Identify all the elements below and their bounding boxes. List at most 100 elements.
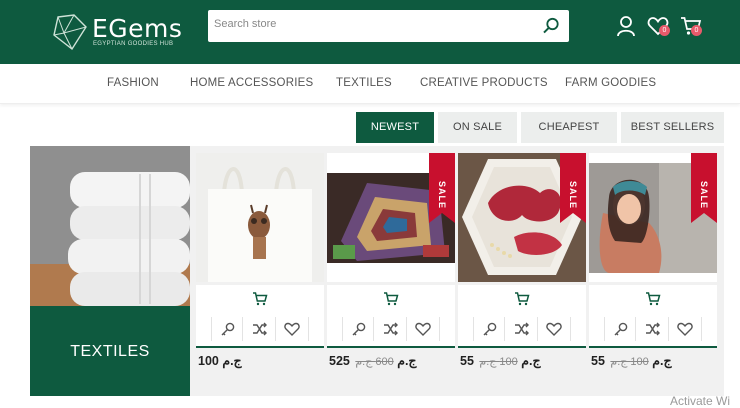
towels-image <box>30 146 190 306</box>
product-card[interactable]: 100 ج.م <box>196 150 324 396</box>
logo-subtitle: EGYPTIAN GOODIES HUB <box>93 41 174 47</box>
shuffle-icon <box>646 322 660 336</box>
cart-icon <box>646 292 661 306</box>
old-price: 100 ج.م <box>479 356 518 368</box>
search-button[interactable] <box>541 16 561 36</box>
quick-view-button[interactable] <box>218 319 238 339</box>
filter-tab-best-sellers[interactable]: BEST SELLERS <box>621 112 724 143</box>
site-header: EGems EGYPTIAN GOODIES HUB 0 0 <box>0 0 740 64</box>
card-accent-bar <box>458 346 586 348</box>
divider <box>473 317 474 341</box>
heart-icon <box>677 322 693 336</box>
old-price: 600 ج.م <box>355 356 394 368</box>
current-price: 100 ج.م <box>198 354 242 368</box>
gem-logo-icon <box>53 14 87 51</box>
search-input[interactable] <box>214 18 514 30</box>
nav-item-farm-goodies[interactable]: FARM GOODIES <box>565 77 656 89</box>
compare-button[interactable] <box>643 319 663 339</box>
add-to-wishlist-button[interactable] <box>282 319 302 339</box>
product-action-row <box>589 315 717 343</box>
quick-view-button[interactable] <box>611 319 631 339</box>
add-to-cart-button[interactable] <box>383 291 399 307</box>
divider <box>275 317 276 341</box>
card-accent-bar <box>196 346 324 348</box>
divider <box>668 317 669 341</box>
account-button[interactable] <box>615 15 637 37</box>
compare-button[interactable] <box>512 319 532 339</box>
category-image <box>30 146 190 306</box>
product-price: 55 ج.م 100 ج.م <box>460 353 541 368</box>
divider <box>570 317 571 341</box>
giraffe-tote-bag-image <box>196 153 324 282</box>
sale-label: SALE <box>568 181 578 210</box>
product-card[interactable]: SALE <box>458 150 586 396</box>
category-banner[interactable]: TEXTILES <box>30 146 190 396</box>
add-to-wishlist-button[interactable] <box>675 319 695 339</box>
add-to-wishlist-button[interactable] <box>413 319 433 339</box>
heart-icon <box>415 322 431 336</box>
heart-icon <box>546 322 562 336</box>
compare-button[interactable] <box>250 319 270 339</box>
logo[interactable]: EGems EGYPTIAN GOODIES HUB <box>52 13 182 51</box>
quick-view-button[interactable] <box>349 319 369 339</box>
divider <box>537 317 538 341</box>
compare-button[interactable] <box>381 319 401 339</box>
wishlist-count-badge: 0 <box>659 25 670 36</box>
search-icon <box>543 17 559 34</box>
divider <box>373 317 374 341</box>
heart-icon <box>284 322 300 336</box>
card-accent-bar <box>589 346 717 348</box>
divider <box>635 317 636 341</box>
nav-item-home-accessories[interactable]: HOME ACCESSORIES <box>190 77 313 89</box>
product-image[interactable] <box>196 153 324 282</box>
product-price: 100 ج.م <box>198 353 242 368</box>
key-icon <box>221 322 235 336</box>
product-actions <box>196 285 324 347</box>
card-accent-bar <box>327 346 455 348</box>
add-to-wishlist-button[interactable] <box>544 319 564 339</box>
nav-item-creative-products[interactable]: CREATIVE PRODUCTS <box>420 77 548 89</box>
old-price: 100 ج.م <box>610 356 649 368</box>
divider <box>242 317 243 341</box>
key-icon <box>352 322 366 336</box>
main-nav: FASHION HOME ACCESSORIES TEXTILES CREATI… <box>0 64 740 104</box>
product-actions <box>327 285 455 347</box>
add-to-cart-button[interactable] <box>514 291 530 307</box>
logo-title: EGems <box>92 14 183 43</box>
filter-tab-on-sale[interactable]: ON SALE <box>438 112 517 143</box>
product-actions <box>589 285 717 347</box>
shuffle-icon <box>384 322 398 336</box>
product-price: 55 ج.م 100 ج.م <box>591 353 672 368</box>
product-card[interactable]: SALE <box>589 150 717 396</box>
divider <box>211 317 212 341</box>
sale-badge: SALE <box>429 153 455 223</box>
divider <box>701 317 702 341</box>
quick-view-button[interactable] <box>480 319 500 339</box>
nav-item-textiles[interactable]: TEXTILES <box>336 77 392 89</box>
divider <box>308 317 309 341</box>
product-card[interactable]: SALE <box>327 150 455 396</box>
shuffle-icon <box>253 322 267 336</box>
divider <box>504 317 505 341</box>
sale-label: SALE <box>437 181 447 210</box>
add-to-cart-button[interactable] <box>645 291 661 307</box>
divider <box>604 317 605 341</box>
nav-item-fashion[interactable]: FASHION <box>107 77 159 89</box>
divider <box>439 317 440 341</box>
key-icon <box>614 322 628 336</box>
product-action-row <box>327 315 455 343</box>
search-bar <box>208 10 569 42</box>
filter-tab-cheapest[interactable]: CHEAPEST <box>521 112 617 143</box>
product-price: 525 ج.م 600 ج.م <box>329 353 417 368</box>
sale-badge: SALE <box>560 153 586 223</box>
divider <box>342 317 343 341</box>
shuffle-icon <box>515 322 529 336</box>
filter-tab-newest[interactable]: NEWEST <box>356 112 434 143</box>
category-label: TEXTILES <box>70 343 150 360</box>
sale-badge: SALE <box>691 153 717 223</box>
cart-icon <box>515 292 530 306</box>
user-icon <box>617 16 635 37</box>
cart-count-badge: 0 <box>691 25 702 36</box>
add-to-cart-button[interactable] <box>252 291 268 307</box>
divider <box>406 317 407 341</box>
